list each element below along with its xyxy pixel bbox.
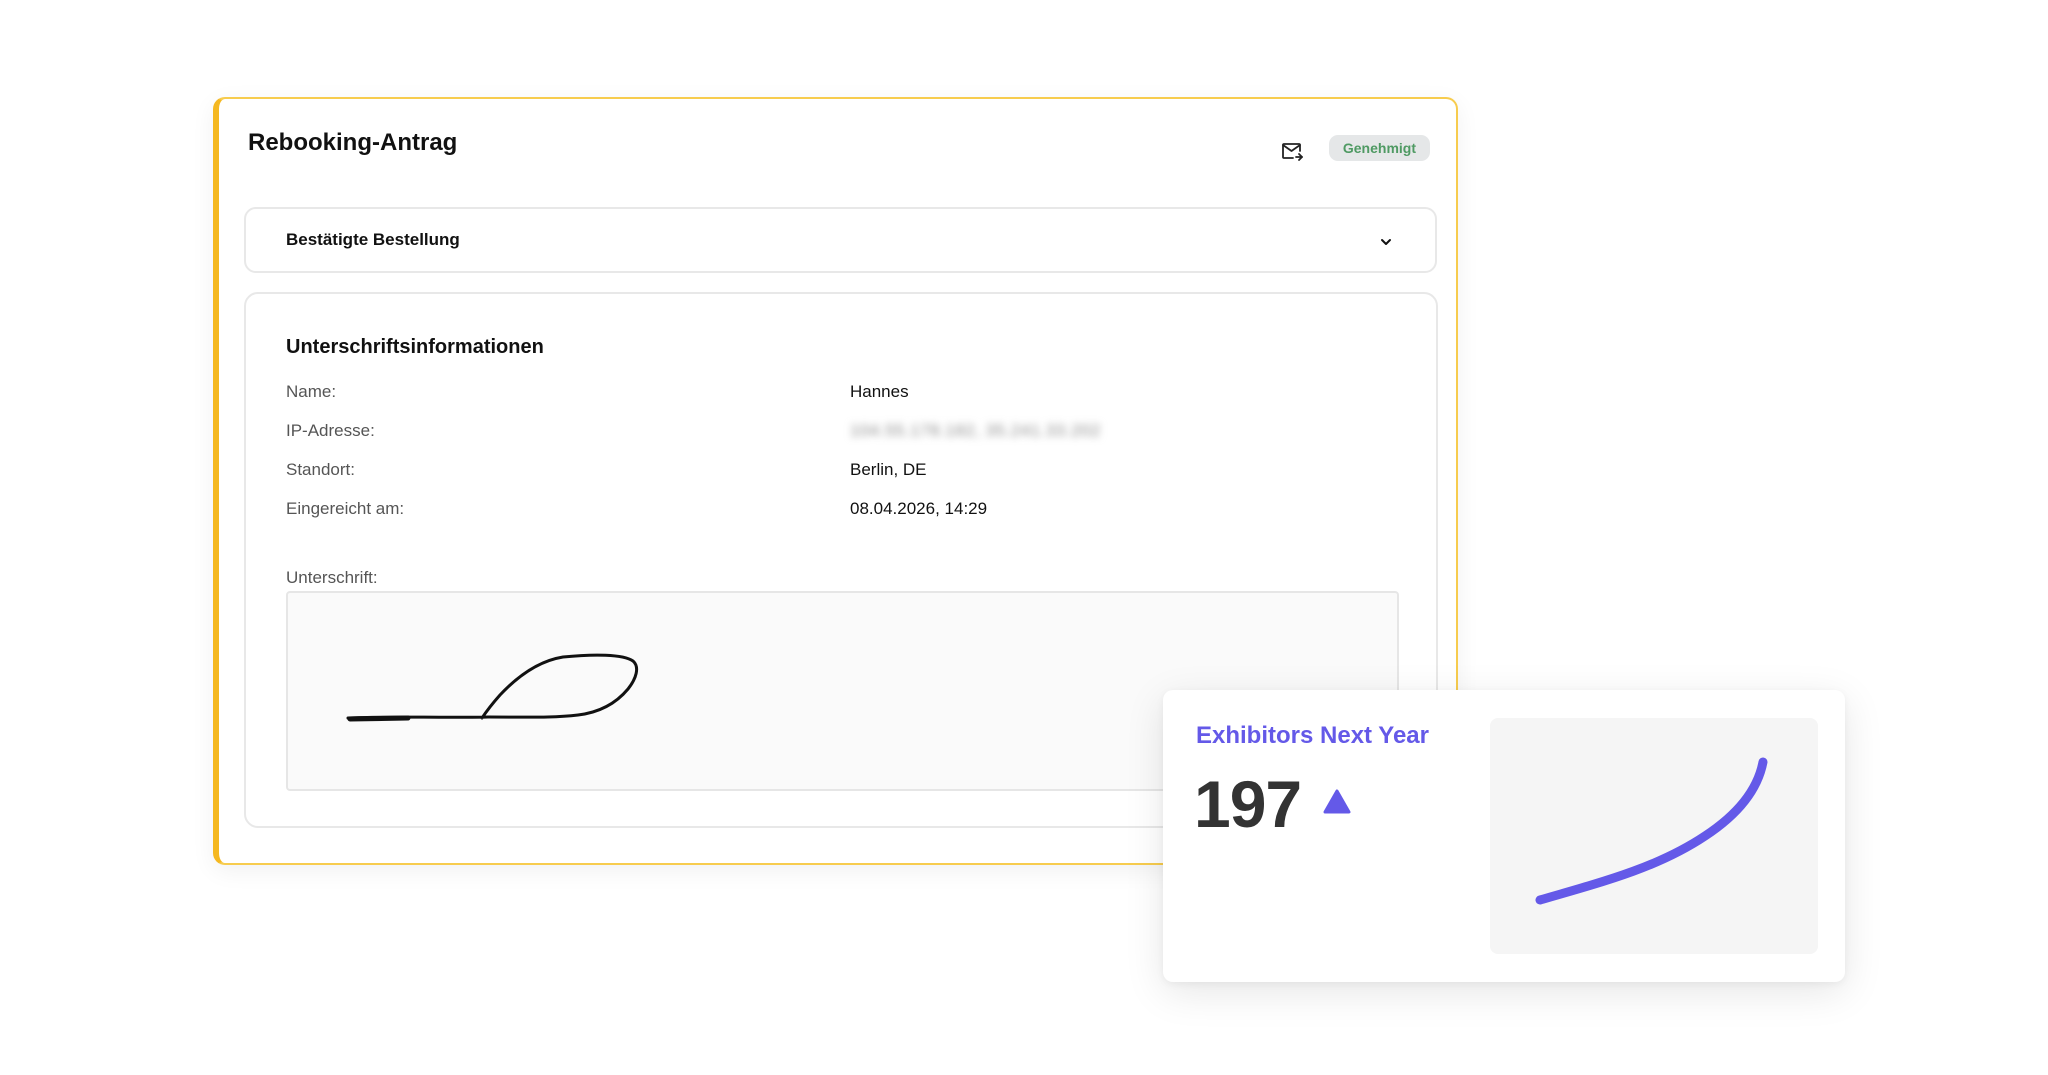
mail-send-icon[interactable]	[1280, 139, 1304, 163]
sparkline-svg	[1535, 757, 1768, 905]
submitted-at-label: Eingereicht am:	[286, 499, 405, 518]
sparkline-chart	[1490, 718, 1818, 954]
location-value: Berlin, DE	[850, 460, 927, 479]
card-title: Rebooking-Antrag	[248, 129, 458, 156]
chevron-down-icon[interactable]	[1377, 233, 1395, 251]
exhibitors-stat-card: Exhibitors Next Year 197	[1163, 690, 1845, 982]
confirmed-order-accordion[interactable]: Bestätigte Bestellung	[244, 207, 1437, 273]
stage: Rebooking-Antrag Genehmigt Bestätigte Be…	[0, 0, 2048, 1075]
ip-address-value: 104.55.178.182, 35.241.33.202	[850, 421, 1101, 440]
submitted-at-value: 08.04.2026, 14:29	[850, 499, 988, 518]
stat-value: 197	[1194, 767, 1302, 841]
info-row-location: Standort: Berlin, DE	[286, 460, 1396, 484]
accordion-label: Bestätigte Bestellung	[286, 230, 460, 249]
stat-title: Exhibitors Next Year	[1196, 722, 1429, 749]
signature-label: Unterschrift:	[286, 568, 378, 587]
info-row-name: Name: Hannes	[286, 382, 1396, 406]
status-badge: Genehmigt	[1328, 135, 1430, 161]
sparkline-curve	[1535, 757, 1768, 905]
name-value: Hannes	[850, 382, 909, 401]
ip-address-label: IP-Adresse:	[286, 421, 375, 440]
location-label: Standort:	[286, 460, 355, 479]
trend-up-icon	[1323, 789, 1351, 814]
name-label: Name:	[286, 382, 337, 401]
info-row-ip: IP-Adresse: 104.55.178.182, 35.241.33.20…	[286, 421, 1396, 445]
signature-info-heading: Unterschriftsinformationen	[286, 336, 544, 358]
info-row-submitted: Eingereicht am: 08.04.2026, 14:29	[286, 499, 1396, 523]
